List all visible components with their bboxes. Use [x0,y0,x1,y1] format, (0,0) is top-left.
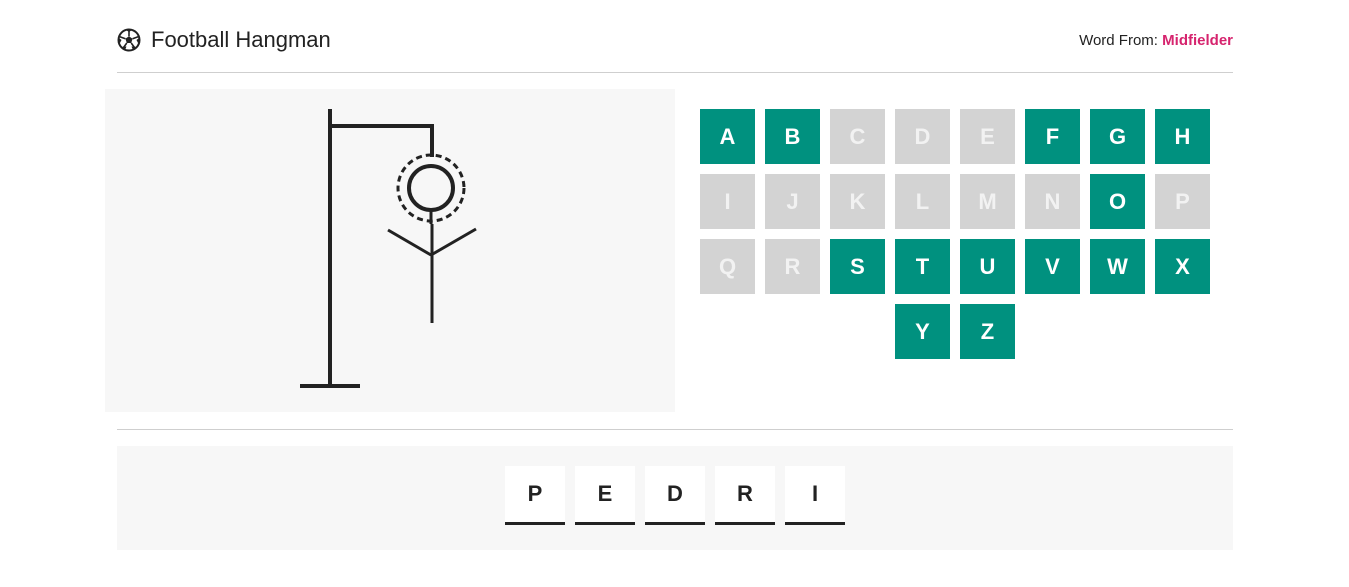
page-title: Football Hangman [151,27,331,52]
keyboard-row: YZ [700,304,1210,359]
letter-key-w[interactable]: W [1090,239,1145,294]
letter-key-l: L [895,174,950,229]
word-letter-slot: I [785,466,845,525]
word-letter-slot: R [715,466,775,525]
letter-key-d: D [895,109,950,164]
letter-key-g[interactable]: G [1090,109,1145,164]
hangman-drawing [300,109,477,388]
letter-key-v[interactable]: V [1025,239,1080,294]
letter-key-p: P [1155,174,1210,229]
board-divider [117,429,1233,430]
hangman-page: Football Hangman Word From: Midfielder A… [0,0,1349,587]
letter-key-t[interactable]: T [895,239,950,294]
keyboard-row: QRSTUVWX [700,239,1210,294]
letter-key-r: R [765,239,820,294]
keyboard-row: ABCDEFGH [700,109,1210,164]
hangman-head [407,164,455,212]
letter-key-f[interactable]: F [1025,109,1080,164]
letter-key-u[interactable]: U [960,239,1015,294]
word-category: Word From: Midfielder [1079,32,1233,49]
word-letter-slot: P [505,466,565,525]
letter-key-s[interactable]: S [830,239,885,294]
header: Football Hangman Word From: Midfielder [117,18,1233,62]
hangman-right-arm [430,227,477,257]
letter-key-n: N [1025,174,1080,229]
letter-key-i: I [700,174,755,229]
letter-key-b[interactable]: B [765,109,820,164]
word-letter-slot: E [575,466,635,525]
letter-key-k: K [830,174,885,229]
brand: Football Hangman [117,27,331,53]
letter-keyboard: ABCDEFGH IJKLMNOP QRSTUVWX YZ [700,109,1210,369]
hangman-left-arm [387,228,432,257]
soccer-ball-icon [117,28,141,52]
gallows-panel [105,89,675,412]
letter-key-y[interactable]: Y [895,304,950,359]
letter-key-e: E [960,109,1015,164]
letter-key-q: Q [700,239,755,294]
letter-key-o[interactable]: O [1090,174,1145,229]
letter-key-m: M [960,174,1015,229]
word-from-label: Word From: [1079,31,1158,49]
letter-key-j: J [765,174,820,229]
letter-key-c: C [830,109,885,164]
letter-key-a[interactable]: A [700,109,755,164]
letter-key-x[interactable]: X [1155,239,1210,294]
letter-key-z[interactable]: Z [960,304,1015,359]
word-letter-slot: D [645,466,705,525]
category-value: Midfielder [1162,31,1233,49]
letter-key-h[interactable]: H [1155,109,1210,164]
header-divider [117,72,1233,73]
keyboard-row: IJKLMNOP [700,174,1210,229]
word-display: PEDRI [117,446,1233,550]
